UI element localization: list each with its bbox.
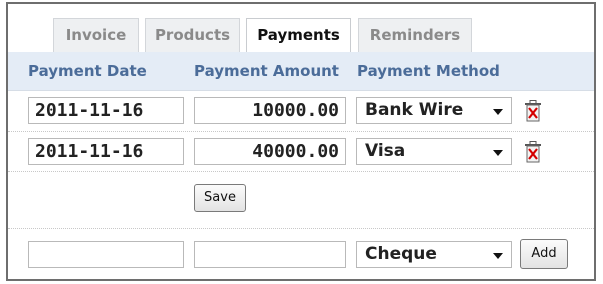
payment-method-value: Bank Wire <box>365 100 464 120</box>
new-payment-method-value: Cheque <box>365 244 437 264</box>
trash-icon[interactable] <box>524 100 542 122</box>
tab-reminders[interactable]: Reminders <box>358 18 472 52</box>
tab-bar: Invoice Products Payments Reminders <box>8 4 594 53</box>
new-payment-date-field[interactable] <box>28 241 184 268</box>
column-header-amount: Payment Amount <box>194 62 339 80</box>
save-row: Save <box>8 172 594 229</box>
chevron-down-icon <box>493 253 503 259</box>
trash-icon[interactable] <box>524 141 542 163</box>
tab-products[interactable]: Products <box>145 18 240 52</box>
table-row: 2011-11-16 10000.00 Bank Wire <box>8 91 594 132</box>
payment-date-field[interactable]: 2011-11-16 <box>28 138 184 165</box>
column-header-date: Payment Date <box>28 62 147 80</box>
tab-invoice[interactable]: Invoice <box>53 18 139 52</box>
save-button[interactable]: Save <box>194 184 246 212</box>
add-payment-button[interactable]: Add <box>520 239 568 269</box>
chevron-down-icon <box>493 150 503 156</box>
payment-date-field[interactable]: 2011-11-16 <box>28 97 184 124</box>
column-header-method: Payment Method <box>357 62 500 80</box>
new-payment-amount-field[interactable] <box>194 241 346 268</box>
payments-panel: Invoice Products Payments Reminders Paym… <box>6 2 596 281</box>
table-row: 2011-11-16 40000.00 Visa <box>8 132 594 172</box>
payment-method-value: Visa <box>365 141 406 161</box>
table-header: Payment Date Payment Amount Payment Meth… <box>8 52 594 91</box>
payment-method-select[interactable]: Bank Wire <box>356 97 512 124</box>
new-payment-row: Cheque Add <box>8 229 594 279</box>
payment-amount-field[interactable]: 10000.00 <box>194 97 346 124</box>
payment-amount-field[interactable]: 40000.00 <box>194 138 346 165</box>
tab-payments[interactable]: Payments <box>246 18 351 53</box>
chevron-down-icon <box>493 109 503 115</box>
payment-method-select[interactable]: Visa <box>356 138 512 165</box>
new-payment-method-select[interactable]: Cheque <box>356 241 512 268</box>
